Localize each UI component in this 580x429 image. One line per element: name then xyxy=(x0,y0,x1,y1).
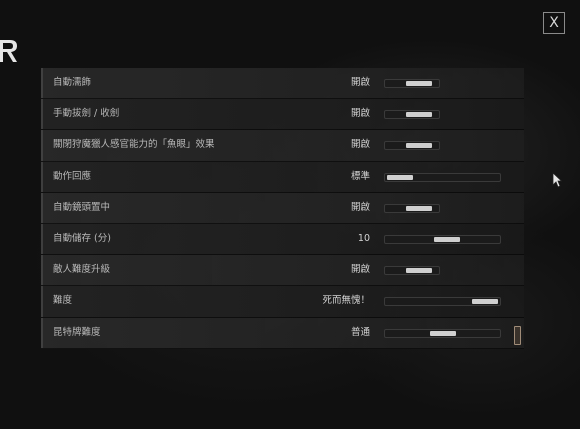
setting-label: 關閉狩魔獵人感官能力的「魚眼」效果 xyxy=(53,139,215,151)
setting-label: 敵人難度升級 xyxy=(53,264,111,276)
toggle-thumb[interactable] xyxy=(406,205,433,211)
setting-row-enemy-upscaling[interactable]: 敵人難度升級 開啟 xyxy=(41,255,524,287)
setting-row-autosave[interactable]: 自動儲存 (分) 10 xyxy=(41,223,524,256)
slider-track[interactable] xyxy=(384,172,501,182)
slider-thumb[interactable] xyxy=(433,236,460,242)
toggle-thumb[interactable] xyxy=(406,81,433,86)
settings-list: 自動濡飾 開啟 手動拔劍 / 收劍 開啟 關閉狩魔獵人感官能力的「魚眼」效果 開… xyxy=(41,68,524,349)
options-menu-screen: X 自動濡飾 開啟 手動拔劍 / 收劍 開啟 關閉狩魔獵人感官能力的「魚眼」效果… xyxy=(0,0,580,429)
setting-row-difficulty[interactable]: 難度 死而無愧！ xyxy=(41,286,524,318)
slider-track[interactable] xyxy=(384,234,501,244)
setting-value: 開啟 xyxy=(350,108,370,120)
slider-thumb[interactable] xyxy=(472,299,498,305)
setting-label: 自動濡飾 xyxy=(53,77,92,88)
setting-label: 難度 xyxy=(53,295,73,307)
setting-label: 手動拔劍 / 收劍 xyxy=(53,108,120,120)
game-logo xyxy=(0,40,17,62)
setting-value: 普通 xyxy=(350,326,370,338)
setting-row-gwent-difficulty[interactable]: 昆特牌難度 普通 xyxy=(41,317,524,349)
slider-track[interactable] xyxy=(384,328,501,338)
setting-row-auto-trim[interactable]: 自動濡飾 開啟 xyxy=(41,68,524,100)
setting-row-manual-sheathe[interactable]: 手動拔劍 / 收劍 開啟 xyxy=(41,99,524,131)
setting-label: 自動鏡頭置中 xyxy=(53,201,111,213)
slider-thumb[interactable] xyxy=(387,174,413,180)
close-button[interactable]: X xyxy=(543,12,565,34)
toggle-thumb[interactable] xyxy=(406,268,433,274)
setting-row-auto-camera-center[interactable]: 自動鏡頭置中 開啟 xyxy=(41,192,524,224)
setting-value: 開啟 xyxy=(350,139,370,151)
setting-value: 開啟 xyxy=(350,77,370,88)
toggle-track[interactable] xyxy=(384,141,440,151)
setting-label: 動作回應 xyxy=(53,170,92,182)
setting-row-input-response[interactable]: 動作回應 標準 xyxy=(41,161,524,193)
setting-value: 10 xyxy=(357,232,370,244)
slider-track[interactable] xyxy=(384,297,501,307)
toggle-track[interactable] xyxy=(384,203,440,213)
toggle-track[interactable] xyxy=(384,79,440,88)
setting-value: 死而無愧！ xyxy=(322,295,370,307)
setting-row-fisheye[interactable]: 關閉狩魔獵人感官能力的「魚眼」效果 開啟 xyxy=(41,130,524,162)
setting-label: 昆特牌難度 xyxy=(53,326,101,338)
setting-label: 自動儲存 (分) xyxy=(53,232,111,244)
setting-value: 標準 xyxy=(350,170,370,182)
toggle-thumb[interactable] xyxy=(406,112,433,118)
setting-value: 開啟 xyxy=(350,201,370,213)
toggle-thumb[interactable] xyxy=(406,143,433,149)
setting-value: 開啟 xyxy=(350,264,370,276)
toggle-track[interactable] xyxy=(384,110,440,120)
mouse-cursor-icon xyxy=(552,172,562,188)
scrollbar-handle[interactable] xyxy=(514,326,521,345)
toggle-track[interactable] xyxy=(384,266,440,276)
slider-thumb[interactable] xyxy=(429,330,456,336)
